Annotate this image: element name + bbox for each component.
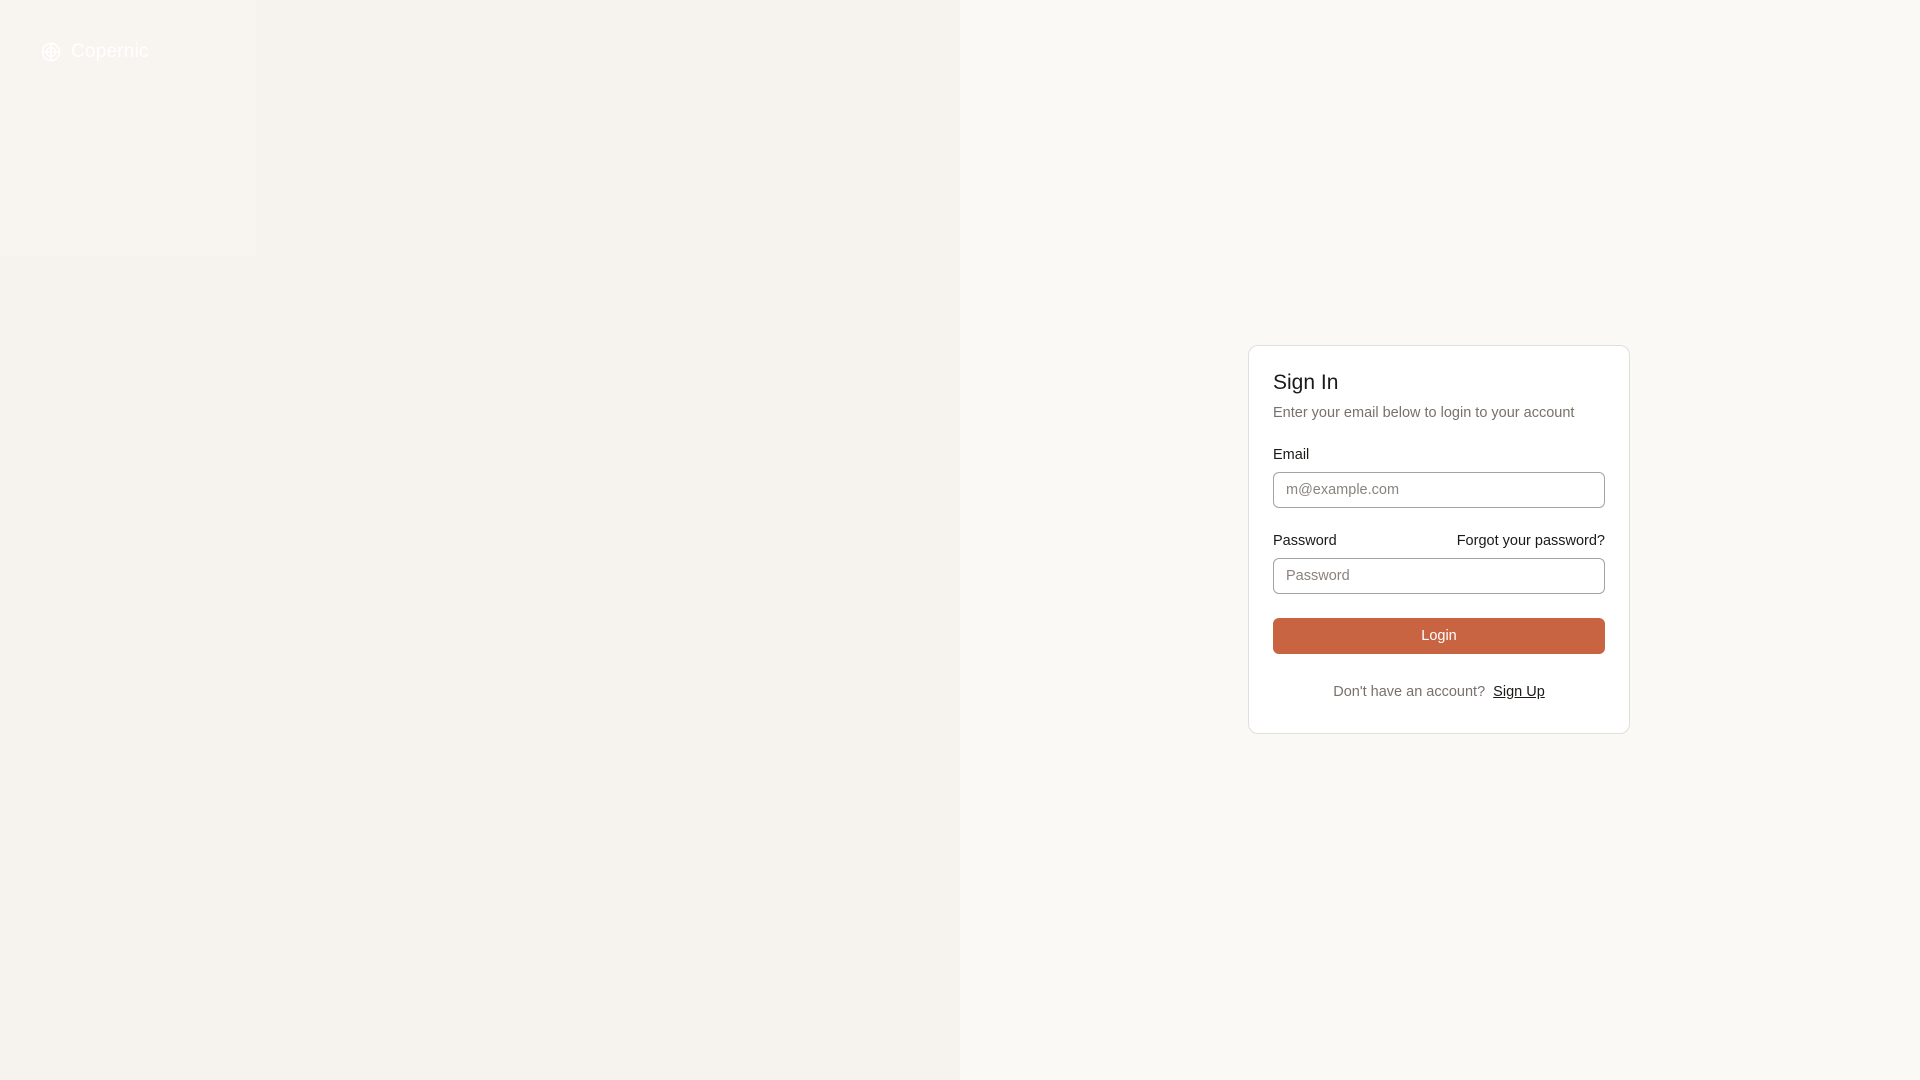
signin-subtitle: Enter your email below to login to your … xyxy=(1273,405,1575,421)
login-button[interactable]: Login xyxy=(1273,618,1605,654)
password-label-row: Password Forgot your password? xyxy=(1273,532,1605,550)
email-label: Email xyxy=(1273,447,1310,463)
logo-backdrop xyxy=(0,0,256,256)
no-account-text: Don't have an account? xyxy=(1333,684,1486,700)
signin-card: Sign In Enter your email below to login … xyxy=(1248,345,1630,734)
forgot-password-link[interactable]: Forgot your password? xyxy=(1457,533,1605,549)
logo-icon xyxy=(41,42,61,62)
password-field[interactable] xyxy=(1273,558,1605,594)
email-field[interactable] xyxy=(1273,472,1605,508)
signin-title: Sign In xyxy=(1273,371,1339,394)
brand-name: Copernic xyxy=(71,41,149,62)
right-panel: Sign In Enter your email below to login … xyxy=(960,0,1920,1080)
left-panel: Copernic xyxy=(0,0,960,1080)
login-page: Copernic Sign In Enter your email below … xyxy=(0,0,1920,1080)
sign-up-link[interactable]: Sign Up xyxy=(1493,684,1545,700)
email-label-row: Email xyxy=(1273,446,1605,464)
password-label: Password xyxy=(1273,533,1337,549)
signup-row: Don't have an account? Sign Up xyxy=(1273,684,1605,700)
brand[interactable]: Copernic xyxy=(41,41,149,63)
